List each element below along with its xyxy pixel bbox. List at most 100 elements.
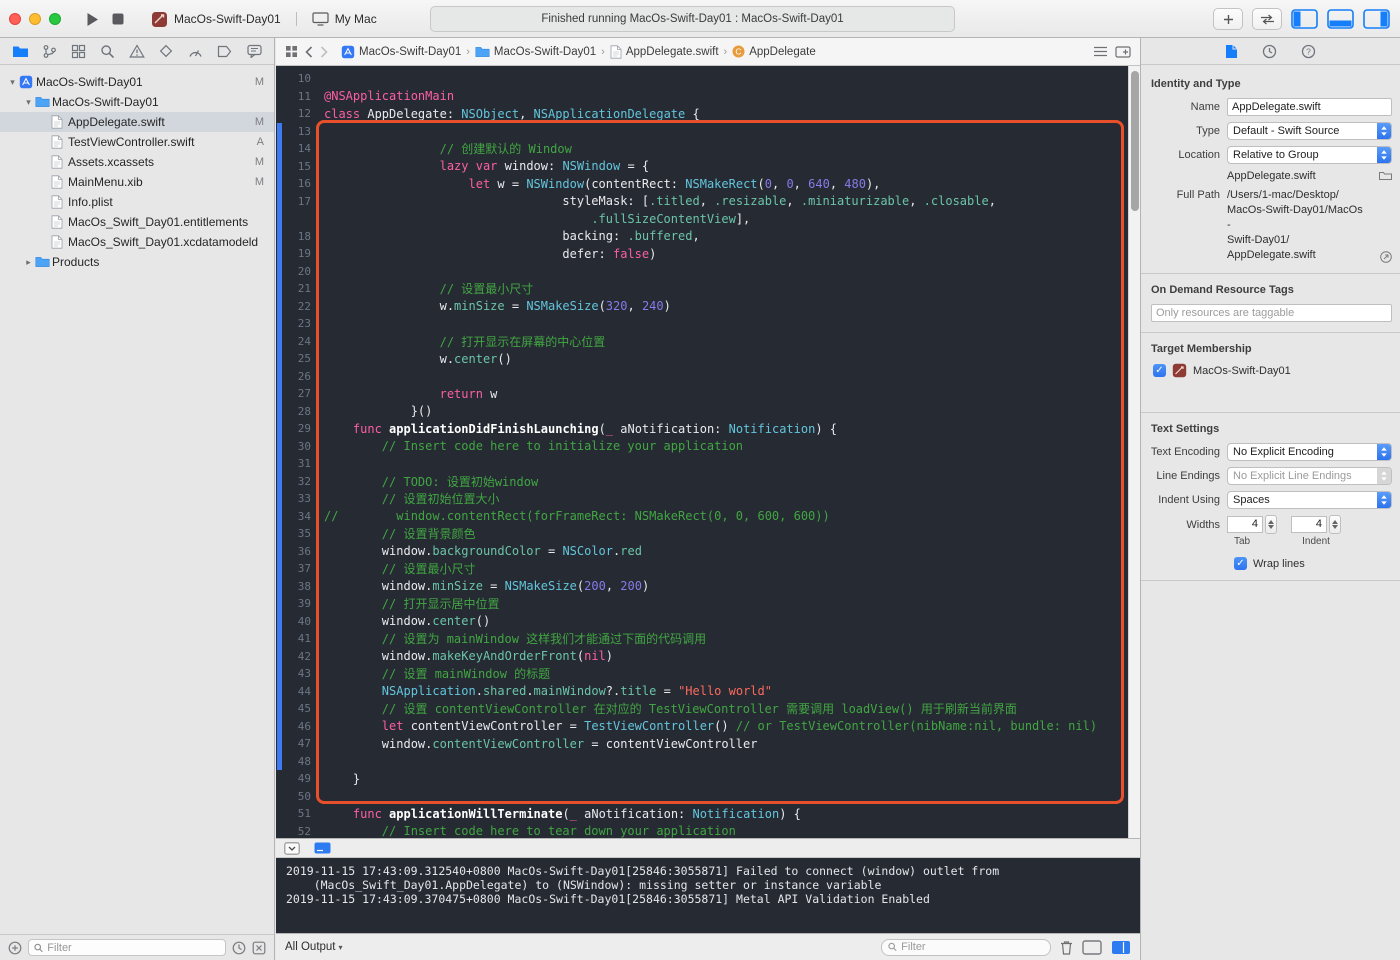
wrap-lines-checkbox[interactable]: ✓: [1234, 557, 1247, 570]
editor-scrollbar[interactable]: [1128, 66, 1140, 838]
code-line-20[interactable]: 20: [276, 263, 1128, 281]
file-row-testviewcontroller-swift[interactable]: TestViewController.swift A: [0, 132, 274, 152]
reveal-in-finder-button[interactable]: [1380, 251, 1392, 263]
line-endings-popup[interactable]: No Explicit Line Endings: [1227, 467, 1392, 485]
run-destination-selector[interactable]: My Mac: [312, 12, 377, 26]
code-line-38[interactable]: 38 window.minSize = NSMakeSize(200, 200): [276, 578, 1128, 596]
toggle-variables-view-button[interactable]: [1082, 939, 1102, 955]
target-checkbox[interactable]: ✓: [1153, 364, 1166, 377]
minimize-window-button[interactable]: [29, 13, 41, 25]
name-field[interactable]: [1227, 98, 1392, 116]
file-row-macos-swift-day01-xcdatamodeld[interactable]: MacOs_Swift_Day01.xcdatamodeld: [0, 232, 274, 252]
line-number[interactable]: 43: [276, 667, 311, 680]
line-number[interactable]: 22: [276, 300, 311, 313]
line-number[interactable]: 37: [276, 562, 311, 575]
stepper-arrows-icon[interactable]: [1329, 515, 1341, 534]
location-popup[interactable]: Relative to Group: [1227, 146, 1392, 164]
code-line-39[interactable]: 39 // 打开显示居中位置: [276, 595, 1128, 613]
clear-console-button[interactable]: [1060, 940, 1073, 955]
code-line-28[interactable]: 28 }(): [276, 403, 1128, 421]
line-number[interactable]: 17: [276, 195, 311, 208]
go-back-button[interactable]: [305, 45, 313, 58]
line-number[interactable]: 19: [276, 247, 311, 260]
console-output[interactable]: 2019-11-15 17:43:09.312540+0800 MacOs-Sw…: [276, 858, 1140, 933]
line-number[interactable]: 12: [276, 107, 311, 120]
breadcrumb-item-macos-swift-day01[interactable]: MacOs-Swift-Day01: [475, 46, 596, 58]
code-line-33[interactable]: 33 // 设置初始位置大小: [276, 490, 1128, 508]
add-editor-button[interactable]: [1115, 45, 1131, 58]
line-number[interactable]: 48: [276, 755, 311, 768]
line-number[interactable]: 14: [276, 142, 311, 155]
line-number[interactable]: 26: [276, 370, 311, 383]
line-number[interactable]: 20: [276, 265, 311, 278]
code-line-50[interactable]: 50: [276, 788, 1128, 806]
stepper-arrows-icon[interactable]: [1265, 515, 1277, 534]
code-line-37[interactable]: 37 // 设置最小尺寸: [276, 560, 1128, 578]
disclosure-triangle-icon[interactable]: ▾: [6, 77, 19, 88]
code-line-10[interactable]: 10: [276, 70, 1128, 88]
file-inspector-tab[interactable]: [1225, 44, 1238, 59]
line-number[interactable]: 16: [276, 177, 311, 190]
code-line-49[interactable]: 49 }: [276, 770, 1128, 788]
breadcrumb-item-appdelegate-swift[interactable]: AppDelegate.swift: [610, 44, 719, 59]
source-editor[interactable]: 10 11 @NSApplicationMain 12 class AppDelegat…: [276, 66, 1140, 838]
line-number[interactable]: 30: [276, 440, 311, 453]
code-line-51[interactable]: 51 func applicationWillTerminate(_ aNoti…: [276, 805, 1128, 823]
symbol-navigator-tab[interactable]: [70, 42, 88, 60]
code-line-18[interactable]: 18 backing: .buffered,: [276, 228, 1128, 246]
code-line-40[interactable]: 40 window.center(): [276, 613, 1128, 631]
code-line-34[interactable]: 34 // window.contentRect(forFrameRect: NS…: [276, 508, 1128, 526]
file-row-products[interactable]: ▸ Products: [0, 252, 274, 272]
line-number[interactable]: 15: [276, 160, 311, 173]
indent-width-stepper[interactable]: 4: [1291, 515, 1341, 534]
code-line-14[interactable]: 14 // 创建默认的 Window: [276, 140, 1128, 158]
code-line-12[interactable]: 12 class AppDelegate: NSObject, NSApplica…: [276, 105, 1128, 123]
source-control-navigator-tab[interactable]: [40, 42, 58, 60]
code-line-52[interactable]: 52 // Insert code here to tear down your…: [276, 823, 1128, 838]
code-line-wrap[interactable]: .fullSizeContentView],: [276, 210, 1128, 228]
library-add-button[interactable]: [1213, 8, 1243, 30]
line-number[interactable]: 38: [276, 580, 311, 593]
adjust-editor-options-button[interactable]: [1093, 46, 1108, 57]
code-line-44[interactable]: 44 NSApplication.shared.mainWindow?.titl…: [276, 683, 1128, 701]
code-line-42[interactable]: 42 window.makeKeyAndOrderFront(nil): [276, 648, 1128, 666]
code-line-43[interactable]: 43 // 设置 mainWindow 的标题: [276, 665, 1128, 683]
issue-navigator-tab[interactable]: [128, 42, 146, 60]
line-number[interactable]: 24: [276, 335, 311, 348]
find-navigator-tab[interactable]: [99, 42, 117, 60]
related-items-button[interactable]: [285, 45, 298, 58]
toggle-navigator-button[interactable]: [1291, 9, 1318, 29]
recent-files-button[interactable]: [232, 941, 246, 955]
line-number[interactable]: 23: [276, 317, 311, 330]
code-line-17[interactable]: 17 styleMask: [.titled, .resizable, .min…: [276, 193, 1128, 211]
code-line-22[interactable]: 22 w.minSize = NSMakeSize(320, 240): [276, 298, 1128, 316]
code-line-48[interactable]: 48: [276, 753, 1128, 771]
line-number[interactable]: 52: [276, 825, 311, 838]
code-line-19[interactable]: 19 defer: false): [276, 245, 1128, 263]
code-line-11[interactable]: 11 @NSApplicationMain: [276, 88, 1128, 106]
code-line-26[interactable]: 26: [276, 368, 1128, 386]
line-number[interactable]: 10: [276, 72, 311, 85]
stop-button[interactable]: [112, 13, 124, 25]
toggle-inspector-button[interactable]: [1363, 9, 1390, 29]
code-line-25[interactable]: 25 w.center(): [276, 350, 1128, 368]
line-number[interactable]: 31: [276, 457, 311, 470]
line-number[interactable]: 40: [276, 615, 311, 628]
file-row-appdelegate-swift[interactable]: AppDelegate.swift M: [0, 112, 274, 132]
line-number[interactable]: 36: [276, 545, 311, 558]
line-number[interactable]: 42: [276, 650, 311, 663]
source-control-status-filter-button[interactable]: [252, 941, 266, 955]
scrollbar-thumb[interactable]: [1131, 71, 1139, 211]
code-line-35[interactable]: 35 // 设置背景颜色: [276, 525, 1128, 543]
code-line-29[interactable]: 29 func applicationDidFinishLaunching(_ …: [276, 420, 1128, 438]
collapse-console-button[interactable]: [284, 841, 300, 855]
disclosure-triangle-icon[interactable]: ▸: [22, 257, 35, 268]
breadcrumb-item-macos-swift-day01[interactable]: MacOs-Swift-Day01: [341, 45, 461, 59]
line-number[interactable]: 49: [276, 772, 311, 785]
report-navigator-tab[interactable]: [245, 42, 263, 60]
toggle-debug-area-button[interactable]: [1327, 9, 1354, 29]
editor-arrangement-button[interactable]: [1252, 8, 1282, 30]
code-line-13[interactable]: 13: [276, 123, 1128, 141]
line-number[interactable]: 39: [276, 597, 311, 610]
run-button[interactable]: [86, 12, 99, 27]
